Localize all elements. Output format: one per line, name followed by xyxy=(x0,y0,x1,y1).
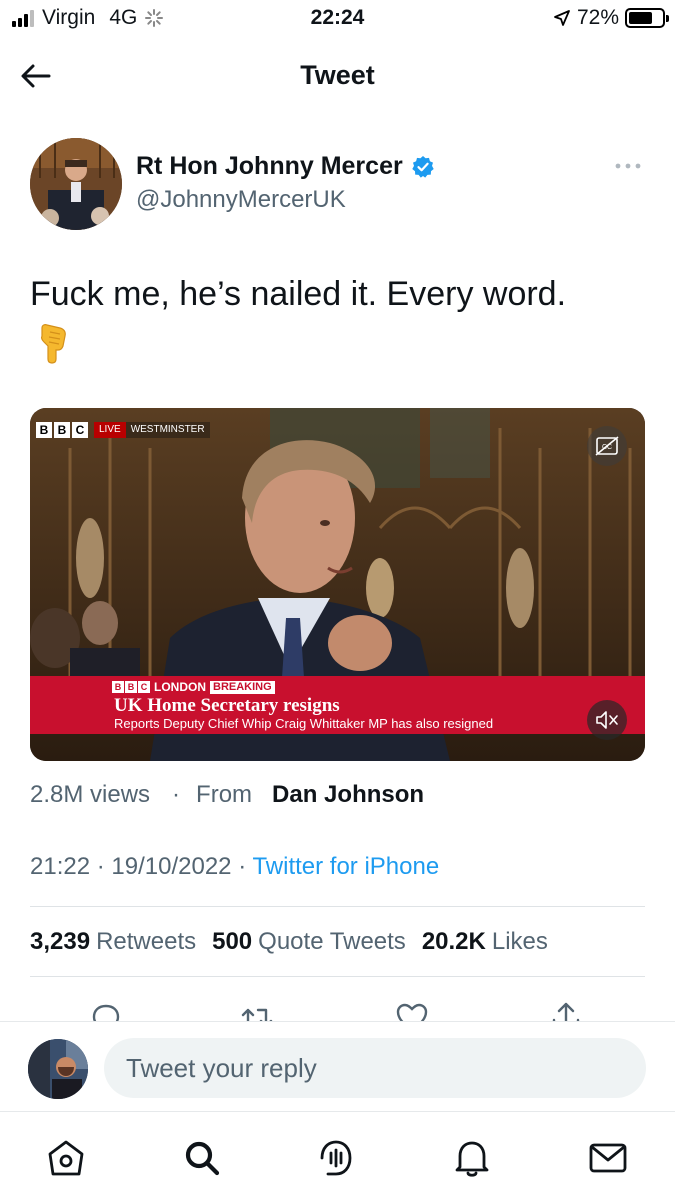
spaces-icon[interactable] xyxy=(314,1136,358,1180)
separator: · xyxy=(172,781,181,808)
reply-input[interactable] xyxy=(104,1038,646,1098)
page-title: Tweet xyxy=(300,60,375,90)
likes-stat[interactable]: 20.2K Likes xyxy=(422,928,548,956)
closed-captions-icon: CC xyxy=(595,436,619,456)
author-avatar[interactable] xyxy=(30,138,122,230)
messages-icon[interactable] xyxy=(586,1136,630,1180)
news-lower-third: B B C LONDON BREAKING UK Home Secretary … xyxy=(30,676,645,734)
from-label: From xyxy=(196,781,253,808)
reply-bar xyxy=(0,1021,675,1111)
tweet-timestamp: 21:22 · 19/10/2022 · Twitter for iPhone xyxy=(30,853,439,881)
engagement-stats: 3,239 Retweets 500 Quote Tweets 20.2K Likes xyxy=(30,928,548,956)
more-icon[interactable] xyxy=(613,158,643,174)
bbc-logo: B B C xyxy=(36,422,88,438)
status-bar: Virgin 4G 22:24 72% xyxy=(0,0,675,38)
search-icon[interactable] xyxy=(180,1136,224,1180)
from-account-link[interactable]: Dan Johnson xyxy=(272,781,424,809)
view-count: 2.8M views xyxy=(30,781,151,808)
region-label: LONDON xyxy=(154,680,206,694)
lower-third-header: B B C LONDON BREAKING xyxy=(112,680,275,694)
tweet-source-link[interactable]: Twitter for iPhone xyxy=(252,853,439,880)
breaking-badge: BREAKING xyxy=(210,680,275,694)
like-icon[interactable] xyxy=(394,1000,430,1022)
tweet-actions xyxy=(0,994,675,1022)
news-headline: UK Home Secretary resigns xyxy=(114,695,340,716)
separator: · xyxy=(238,853,247,880)
mute-button[interactable] xyxy=(587,700,627,740)
location-label: WESTMINSTER xyxy=(125,422,210,438)
retweets-stat[interactable]: 3,239 Retweets xyxy=(30,928,196,956)
tweet-date: 19/10/2022 xyxy=(111,853,232,880)
divider xyxy=(30,976,645,977)
mute-icon xyxy=(596,711,618,729)
author-handle[interactable]: @JohnnyMercerUK xyxy=(136,186,346,214)
location-arrow-icon xyxy=(554,10,570,26)
bbc-small-logo: B B C xyxy=(112,681,150,693)
bbc-live-bug: B B C LIVE WESTMINSTER xyxy=(36,422,210,438)
video-player[interactable]: B B C LIVE WESTMINSTER CC B B C LONDON B… xyxy=(30,408,645,761)
top-header: Tweet xyxy=(0,44,675,106)
bottom-tab-bar xyxy=(0,1111,675,1200)
tweet-time: 21:22 xyxy=(30,853,91,880)
tweet-text: Fuck me, he’s nailed it. Every word. xyxy=(30,275,567,313)
retweet-icon[interactable] xyxy=(238,1000,274,1022)
author-display-name[interactable]: Rt Hon Johnny Mercer xyxy=(136,152,403,181)
user-avatar[interactable] xyxy=(28,1039,88,1099)
closed-captions-button[interactable]: CC xyxy=(587,426,627,466)
news-subline: Reports Deputy Chief Whip Craig Whittake… xyxy=(114,716,494,731)
verified-badge-icon xyxy=(412,155,434,178)
notifications-icon[interactable] xyxy=(450,1136,494,1180)
quote-tweets-stat[interactable]: 500 Quote Tweets xyxy=(212,928,406,956)
views-row: 2.8M views · From Dan Johnson xyxy=(30,781,424,809)
reply-icon[interactable] xyxy=(88,1000,124,1022)
separator: · xyxy=(96,853,105,880)
author-name[interactable]: Rt Hon Johnny Mercer xyxy=(136,152,435,181)
battery-percent: 72% xyxy=(576,6,619,29)
share-icon[interactable] xyxy=(548,1000,584,1022)
pointing-down-emoji: 👇 xyxy=(41,324,66,364)
home-icon[interactable] xyxy=(44,1136,88,1180)
status-right: 72% xyxy=(553,6,669,30)
live-label: LIVE xyxy=(94,422,126,438)
live-tag: LIVE WESTMINSTER xyxy=(94,422,210,438)
divider xyxy=(30,906,645,907)
battery-icon xyxy=(625,8,669,28)
